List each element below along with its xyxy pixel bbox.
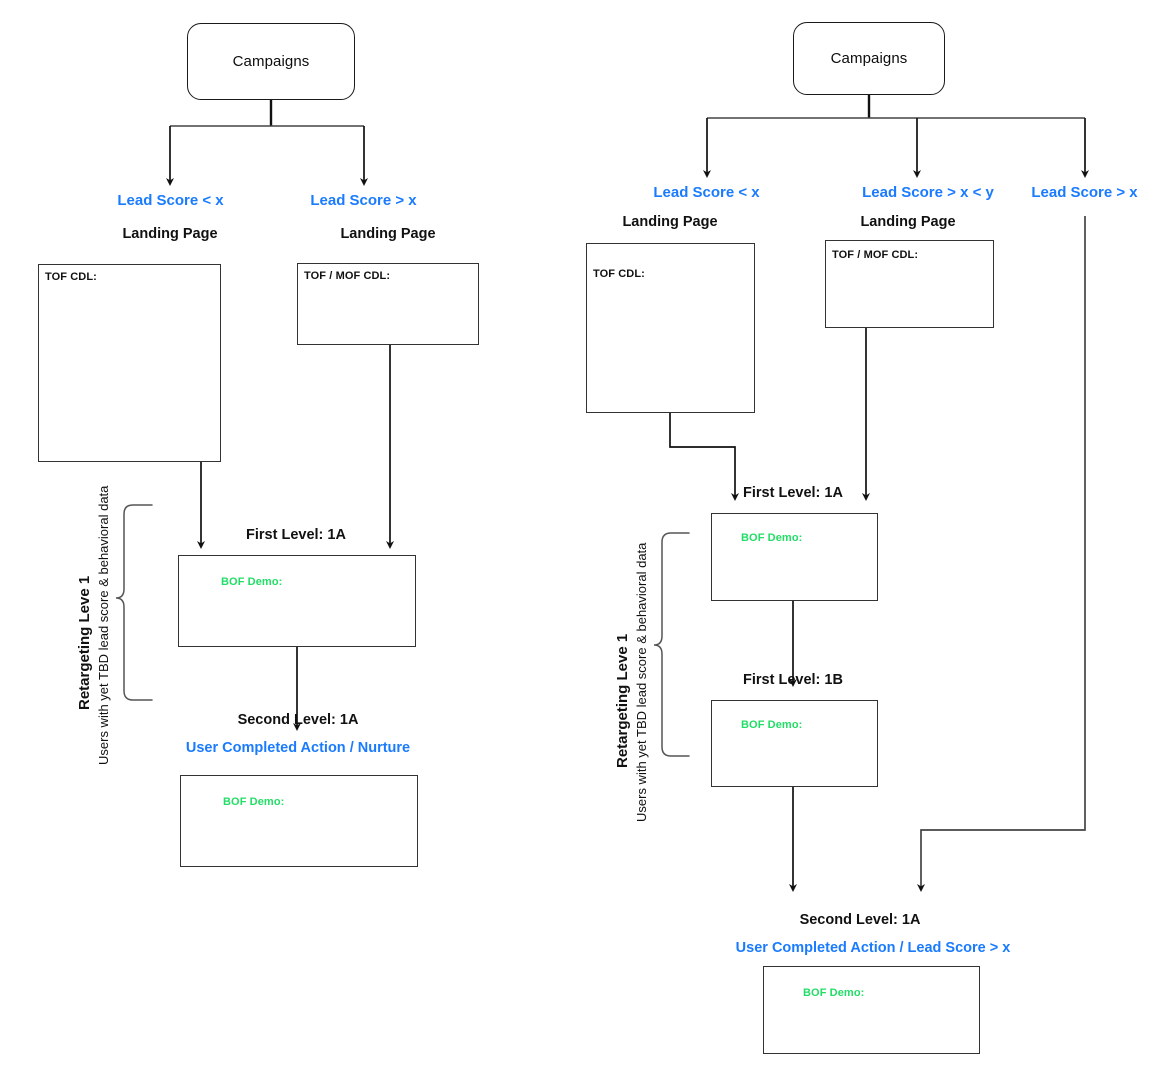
- left-stage-first-level-1a: First Level: 1A: [246, 527, 346, 543]
- right-second-level-condition: User Completed Action / Lead Score > x: [735, 940, 1011, 956]
- left-second-level-1a-bof-label: BOF Demo:: [223, 796, 285, 808]
- left-bracket-path: [115, 504, 153, 701]
- left-first-level-1a-bof-label: BOF Demo:: [221, 576, 283, 588]
- left-stage-landing-page-b: Landing Page: [340, 226, 436, 242]
- left-condition-lead-score-lt-x: Lead Score < x: [117, 192, 224, 209]
- left-stage-second-level-1a: Second Level: 1A: [237, 712, 359, 728]
- left-second-level-1a-box[interactable]: BOF Demo:: [180, 775, 418, 867]
- right-stage-landing-page-b: Landing Page: [860, 214, 956, 230]
- left-second-level-condition: User Completed Action / Nurture: [185, 740, 411, 756]
- right-first-level-1b-box[interactable]: BOF Demo:: [711, 700, 878, 787]
- right-first-level-1a-bof-label: BOF Demo:: [741, 532, 803, 544]
- right-stage-landing-page-a: Landing Page: [622, 214, 718, 230]
- right-second-level-1a-box[interactable]: BOF Demo:: [763, 966, 980, 1054]
- diagram-canvas: Campaigns Lead Score < x Landing Page TO…: [0, 0, 1172, 1068]
- right-campaigns-node[interactable]: Campaigns: [793, 22, 945, 95]
- right-tof-cdl-label: TOF CDL:: [593, 268, 645, 280]
- left-tof-cdl-label: TOF CDL:: [45, 271, 97, 283]
- right-bracket-title: Retargeting Leve 1: [614, 633, 631, 768]
- right-first-level-1a-box[interactable]: BOF Demo:: [711, 513, 878, 601]
- left-campaigns-node[interactable]: Campaigns: [187, 23, 355, 100]
- right-first-level-1b-bof-label: BOF Demo:: [741, 719, 803, 731]
- right-bracket-path: [653, 532, 690, 757]
- right-stage-second-level-1a: Second Level: 1A: [799, 912, 921, 928]
- connector-layer: [115, 95, 1089, 892]
- right-condition-lead-score-gt-x: Lead Score > x: [1031, 184, 1138, 201]
- right-tof-cdl-box[interactable]: TOF CDL:: [586, 243, 755, 413]
- left-stage-landing-page-a: Landing Page: [122, 226, 218, 242]
- right-bracket-subtitle: Users with yet TBD lead score & behavior…: [634, 542, 649, 822]
- left-bracket-subtitle: Users with yet TBD lead score & behavior…: [96, 485, 111, 765]
- left-campaigns-label: Campaigns: [232, 53, 310, 70]
- left-condition-lead-score-gt-x: Lead Score > x: [310, 192, 417, 209]
- right-tof-mof-cdl-box[interactable]: TOF / MOF CDL:: [825, 240, 994, 328]
- right-condition-lead-score-lt-x: Lead Score < x: [653, 184, 760, 201]
- right-stage-first-level-1b: First Level: 1B: [743, 672, 843, 688]
- left-first-level-1a-box[interactable]: BOF Demo:: [178, 555, 416, 647]
- right-campaigns-label: Campaigns: [830, 50, 908, 67]
- left-tof-mof-cdl-box[interactable]: TOF / MOF CDL:: [297, 263, 479, 345]
- right-tof-mof-cdl-label: TOF / MOF CDL:: [832, 249, 919, 261]
- right-second-level-1a-bof-label: BOF Demo:: [803, 987, 865, 999]
- left-bracket-title: Retargeting Leve 1: [76, 575, 93, 710]
- left-tof-mof-cdl-label: TOF / MOF CDL:: [304, 270, 391, 282]
- right-stage-first-level-1a: First Level: 1A: [743, 485, 843, 501]
- left-tof-cdl-box[interactable]: TOF CDL:: [38, 264, 221, 462]
- right-condition-lead-score-between: Lead Score > x < y: [862, 184, 994, 201]
